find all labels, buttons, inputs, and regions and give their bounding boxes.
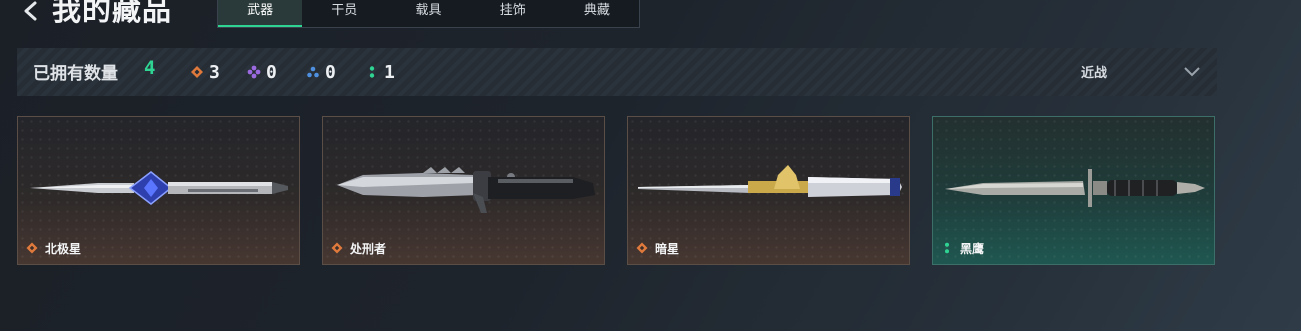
item-name: 处刑者 [350,242,387,256]
rarity-count-value: 0 [266,61,277,83]
chevron-left-icon [24,1,37,21]
item-name: 暗星 [655,242,680,256]
rarity-count-value: 0 [325,61,336,83]
green-dots-icon [945,242,949,254]
black-eagle-knife-image [945,169,1205,207]
rarity-count-value: 1 [384,61,395,83]
top-bar: 我的藏品 武器 干员 载具 挂饰 典藏 [0,0,1301,32]
item-name: 黑鹰 [960,242,985,256]
category-tabs: 武器 干员 载具 挂饰 典藏 [217,0,640,28]
blue-triangle-icon [307,66,319,78]
filter-dropdown-label[interactable]: 近战 [1081,62,1107,81]
tab-collection[interactable]: 典藏 [555,0,639,27]
item-card-dark-star[interactable]: 暗星 [627,116,910,265]
executioner-knife-image [337,167,595,213]
page-title: 我的藏品 [52,0,173,27]
green-dots-icon [369,66,375,78]
orange-diamond-icon [331,242,343,254]
tab-charms[interactable]: 挂饰 [471,0,555,27]
rarity-count-orange: 3 [190,61,220,83]
item-name: 北极星 [45,242,82,256]
back-button[interactable] [18,0,44,26]
orange-diamond-icon [636,242,648,254]
item-card-executioner[interactable]: 处刑者 [322,116,605,265]
collection-summary-bar: 已拥有数量 4 3 0 0 1 近战 [17,48,1217,96]
tab-operators[interactable]: 干员 [302,0,386,27]
item-card-black-eagle[interactable]: 黑鹰 [932,116,1215,265]
rarity-count-value: 3 [209,61,220,83]
rarity-count-blue: 0 [306,61,336,83]
rarity-count-purple: 0 [247,61,277,83]
rarity-count-green: 1 [365,61,395,83]
item-card-polaris[interactable]: 北极星 [17,116,300,265]
orange-diamond-icon [26,242,38,254]
tab-vehicles[interactable]: 载具 [386,0,470,27]
orange-diamond-icon [191,66,203,78]
chevron-down-icon[interactable] [1183,64,1201,78]
polaris-knife-image [30,171,288,205]
owned-count-value: 4 [144,57,156,79]
purple-diamond-icon [247,65,261,79]
owned-count-label: 已拥有数量 [33,64,118,84]
dark-star-knife-image [638,165,902,197]
tab-weapons[interactable]: 武器 [218,0,303,27]
